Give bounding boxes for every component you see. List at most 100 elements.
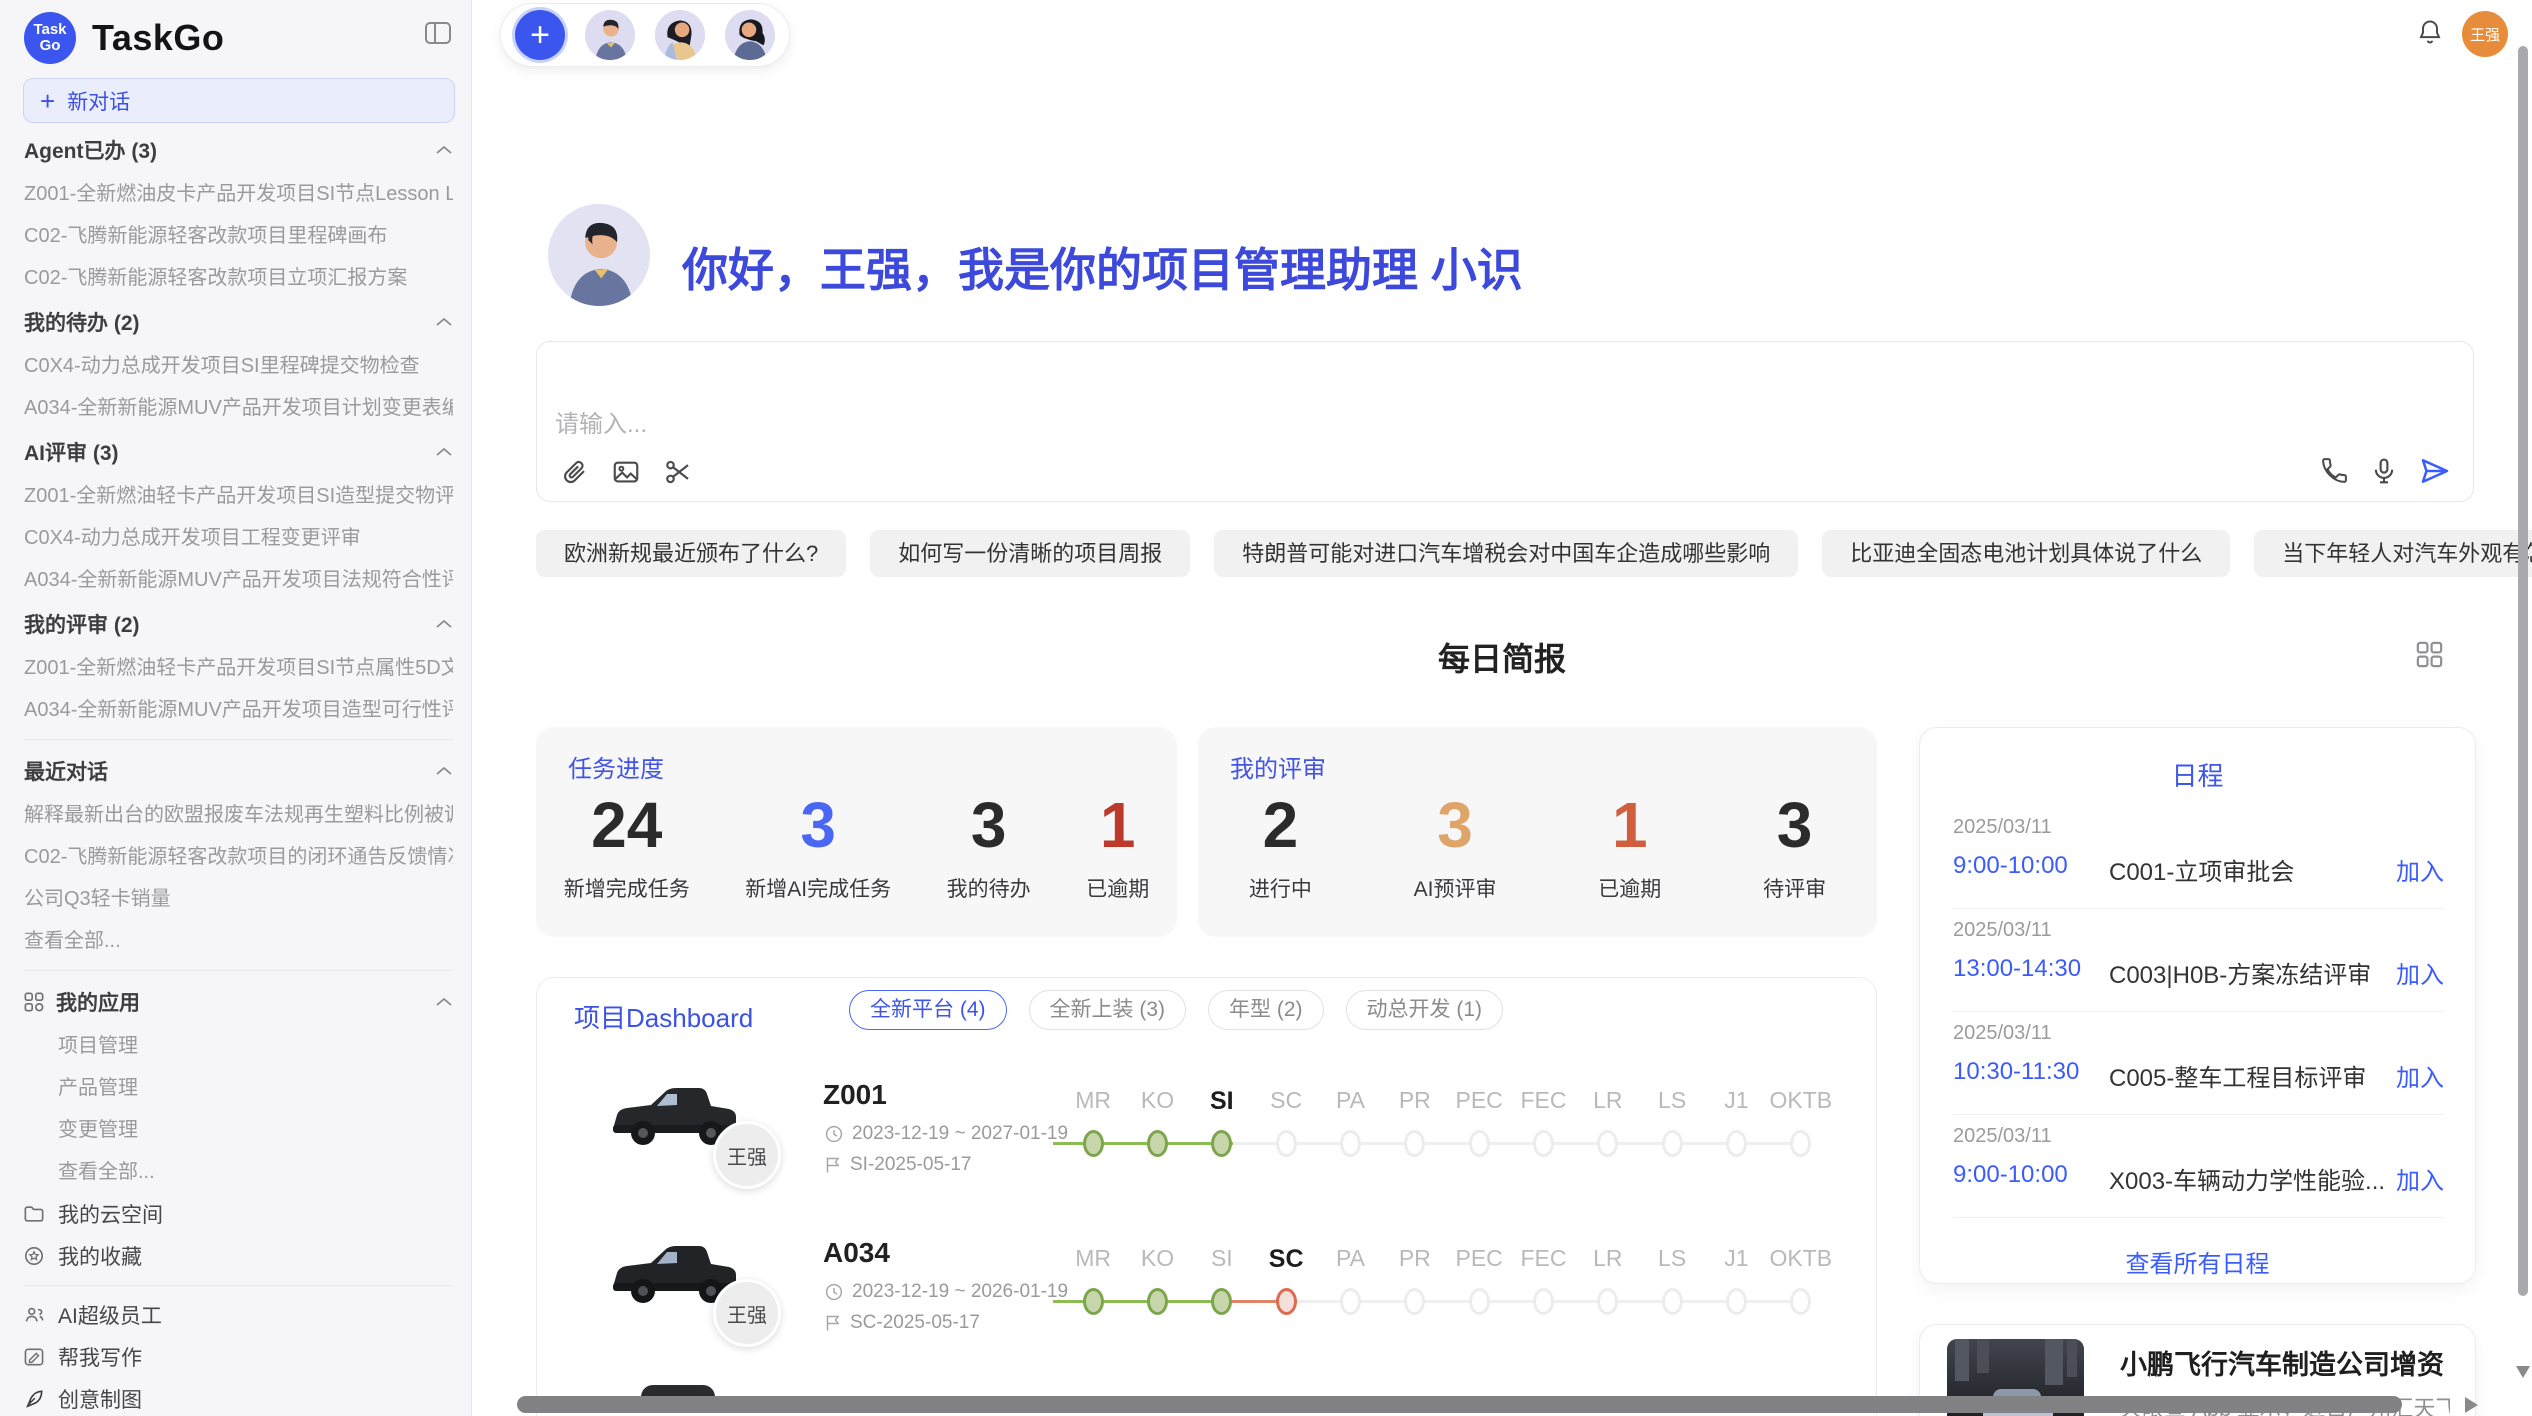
sidebar-item[interactable]: C02-飞腾新能源轻客改款项目立项汇报方案 <box>24 257 453 299</box>
suggestion-chip[interactable]: 比亚迪全固态电池计划具体说了什么 <box>1822 530 2230 577</box>
sidebar-item[interactable]: 公司Q3轻卡销量 <box>24 878 453 920</box>
sidebar-collapse-icon[interactable] <box>425 22 451 49</box>
chat-input[interactable]: 请输入... <box>536 341 2474 502</box>
milestone-node <box>1790 1130 1811 1157</box>
sidebar-item[interactable]: C02-飞腾新能源轻客改款项目里程碑画布 <box>24 215 453 257</box>
add-agent-button[interactable]: + <box>515 10 565 60</box>
sidebar-item-view-all-apps[interactable]: 查看全部... <box>24 1151 453 1193</box>
chat-input-placeholder: 请输入... <box>555 404 647 439</box>
sidebar-item[interactable]: Z001-全新燃油轻卡产品开发项目SI造型提交物评审 <box>24 475 453 517</box>
section-header-my-apps[interactable]: 我的应用 <box>24 979 453 1025</box>
milestone-node <box>1726 1288 1747 1315</box>
suggestion-chips: 欧洲新规最近颁布了什么? 如何写一份清晰的项目周报 特朗普可能对进口汽车增税会对… <box>536 530 2476 577</box>
section-header-ai-review[interactable]: AI评审 (3) <box>24 429 453 475</box>
section-header-my-todo[interactable]: 我的待办 (2) <box>24 299 453 345</box>
sidebar-item-app[interactable]: 变更管理 <box>24 1109 453 1151</box>
filter-chip-new-platform[interactable]: 全新平台 (4) <box>849 990 1007 1030</box>
suggestion-chip[interactable]: 特朗普可能对进口汽车增税会对中国车企造成哪些影响 <box>1214 530 1798 577</box>
stat-pending-review: 3 待评审 <box>1763 789 1826 903</box>
image-upload-icon[interactable] <box>611 457 641 487</box>
new-chat-button[interactable]: + 新对话 <box>23 78 455 123</box>
sidebar-item[interactable]: A034-全新新能源MUV产品开发项目法规符合性评审 <box>24 559 453 601</box>
agent-avatar-2[interactable] <box>655 10 705 60</box>
sidebar-item[interactable]: A034-全新新能源MUV产品开发项目计划变更表编写 <box>24 387 453 429</box>
chevron-up-icon <box>435 447 453 457</box>
section-header-recent-chats[interactable]: 最近对话 <box>24 748 453 794</box>
section-header-agent-done[interactable]: Agent已办 (3) <box>24 127 453 173</box>
schedule-item[interactable]: 2025/03/11 10:30-11:30 C005-整车工程目标评审 加入 <box>1953 1012 2444 1115</box>
sidebar-item[interactable]: 解释最新出台的欧盟报废车法规再生塑料比例被调至15%... <box>24 794 453 836</box>
join-link[interactable]: 加入 <box>2396 1058 2444 1093</box>
agent-avatar-3[interactable] <box>725 10 775 60</box>
schedule-item[interactable]: 2025/03/11 13:00-14:30 C003|H0B-方案冻结评审 加… <box>1953 909 2444 1012</box>
stat-new-ai-done: 3 新增AI完成任务 <box>745 789 891 903</box>
plus-icon: + <box>40 88 55 114</box>
milestone-node <box>1469 1288 1490 1315</box>
vertical-scrollbar[interactable] <box>2518 46 2528 1296</box>
sidebar-item-favorites[interactable]: 我的收藏 <box>24 1235 453 1277</box>
scroll-right-arrow-icon[interactable] <box>2465 1397 2478 1413</box>
suggestion-chip[interactable]: 欧洲新规最近颁布了什么? <box>536 530 846 577</box>
milestone-node <box>1533 1130 1554 1157</box>
sidebar-item-view-all[interactable]: 查看全部... <box>24 920 453 962</box>
microphone-icon[interactable] <box>2369 456 2399 486</box>
project-row-z001[interactable]: 王强 Z001 2023-12-19 ~ 2027-01-19 SI-2025-… <box>537 1061 1877 1219</box>
schedule-date: 2025/03/11 <box>1953 816 2052 839</box>
app-root: Task Go TaskGo + 新对话 Agent已办 (3) Z001-全新… <box>0 0 2532 1416</box>
filter-chip-new-body[interactable]: 全新上装 (3) <box>1029 990 1187 1030</box>
filter-chip-year-model[interactable]: 年型 (2) <box>1208 990 1324 1030</box>
view-all-schedule-link[interactable]: 查看所有日程 <box>1920 1244 2475 1279</box>
section-header-my-review[interactable]: 我的评审 (2) <box>24 601 453 647</box>
suggestion-chip[interactable]: 如何写一份清晰的项目周报 <box>870 530 1190 577</box>
milestone-track <box>1061 1125 1833 1161</box>
voice-call-icon[interactable] <box>2319 456 2349 486</box>
sidebar-item[interactable]: A034-全新新能源MUV产品开发项目造型可行性评审 <box>24 689 453 731</box>
stat-value: 3 <box>1414 789 1497 861</box>
sidebar-item[interactable]: C0X4-动力总成开发项目工程变更评审 <box>24 517 453 559</box>
project-row-a034[interactable]: 王强 A034 2023-12-19 ~ 2026-01-19 SC-2025-… <box>537 1219 1877 1377</box>
dashboard-title: 项目Dashboard <box>574 998 753 1035</box>
schedule-item[interactable]: 2025/03/11 9:00-10:00 C001-立项审批会 加入 <box>1953 806 2444 909</box>
agent-avatar-1[interactable] <box>585 10 635 60</box>
filter-chip-powertrain[interactable]: 动总开发 (1) <box>1346 990 1504 1030</box>
send-icon[interactable] <box>2419 455 2451 487</box>
scroll-down-arrow-icon[interactable] <box>2516 1366 2530 1378</box>
sidebar-item-cloud-space[interactable]: 我的云空间 <box>24 1193 453 1235</box>
project-owner-badge: 王强 <box>713 1279 781 1347</box>
star-badge-icon <box>24 1246 44 1266</box>
sidebar-item-creative-drawing[interactable]: 创意制图 <box>24 1378 453 1416</box>
attachment-icon[interactable] <box>559 457 589 487</box>
sidebar-item-app[interactable]: 项目管理 <box>24 1025 453 1067</box>
card-title: 我的评审 <box>1230 749 1326 784</box>
milestone-node-done <box>1211 1130 1232 1157</box>
sidebar-item[interactable]: C02-飞腾新能源轻客改款项目的闭环通告反馈情况 <box>24 836 453 878</box>
sidebar-item[interactable]: Z001-全新燃油轻卡产品开发项目SI节点属性5D文件评审 <box>24 647 453 689</box>
user-avatar-label: 王强 <box>2470 24 2500 45</box>
suggestion-chip[interactable]: 当下年轻人对汽车外观有怎样的喜好趋势 <box>2254 530 2532 577</box>
milestone-node <box>1726 1130 1747 1157</box>
join-link[interactable]: 加入 <box>2396 955 2444 990</box>
chevron-up-icon <box>435 997 453 1007</box>
sidebar-item[interactable]: C0X4-动力总成开发项目SI里程碑提交物检查 <box>24 345 453 387</box>
sidebar-item-app[interactable]: 产品管理 <box>24 1067 453 1109</box>
logo-text-bottom: Go <box>40 38 61 54</box>
new-chat-label: 新对话 <box>67 86 130 116</box>
sidebar-item-ai-super-staff[interactable]: AI超级员工 <box>24 1294 453 1336</box>
stat-label: 进行中 <box>1249 873 1312 903</box>
notification-bell-icon[interactable] <box>2416 18 2444 51</box>
schedule-item[interactable]: 2025/03/11 9:00-10:00 X003-车辆动力学性能验... 加… <box>1953 1115 2444 1218</box>
sidebar-item[interactable]: Z001-全新燃油皮卡产品开发项目SI节点Lesson Learn报告 <box>24 173 453 215</box>
stat-label: 我的待办 <box>947 873 1031 903</box>
briefing-layout-icon[interactable] <box>2416 641 2443 673</box>
join-link[interactable]: 加入 <box>2396 1161 2444 1196</box>
horizontal-scrollbar[interactable] <box>517 1396 2402 1413</box>
join-link[interactable]: 加入 <box>2396 852 2444 887</box>
milestone-node <box>1533 1288 1554 1315</box>
chevron-up-icon <box>435 619 453 629</box>
write-doc-icon <box>24 1348 44 1366</box>
screenshot-scissors-icon[interactable] <box>663 457 693 487</box>
user-avatar[interactable]: 王强 <box>2462 11 2508 57</box>
schedule-title: 日程 <box>1920 756 2475 793</box>
sidebar-item-help-me-write[interactable]: 帮我写作 <box>24 1336 453 1378</box>
stat-value: 3 <box>745 789 891 861</box>
